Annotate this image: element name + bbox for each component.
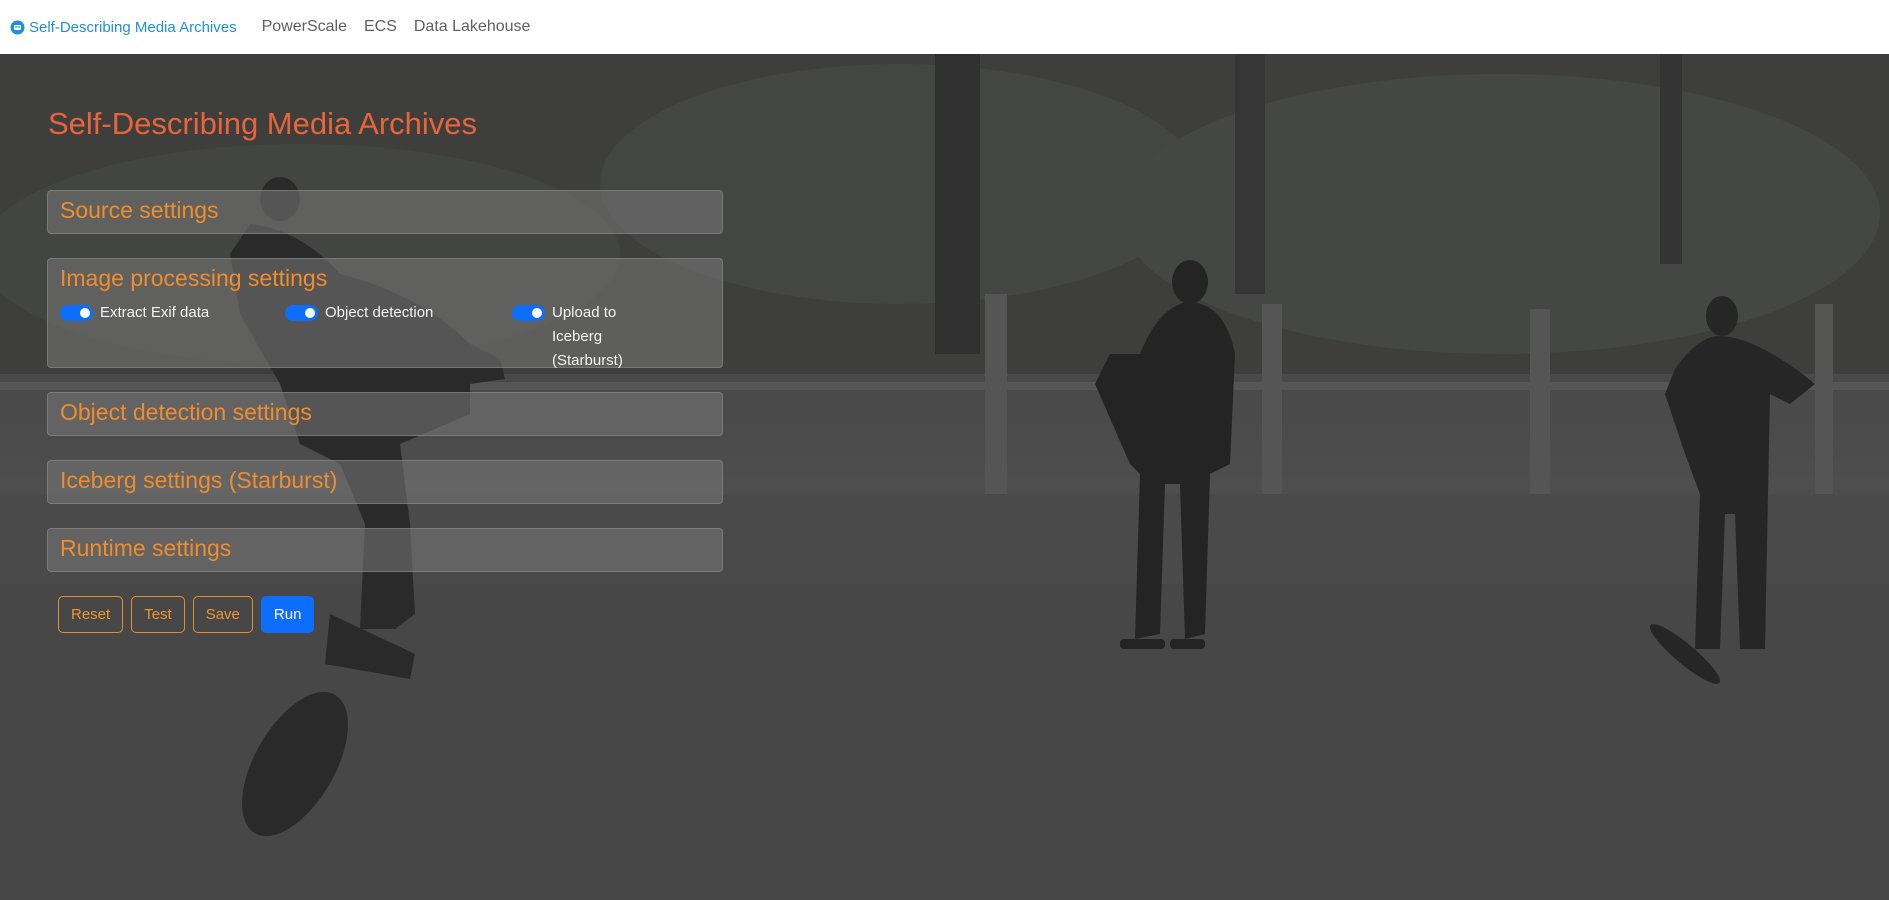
brand-logo-icon: [10, 20, 25, 35]
image-processing-settings-heading[interactable]: Image processing settings: [60, 259, 710, 292]
action-buttons: Reset Test Save Run: [58, 596, 322, 633]
upload-iceberg-label: Upload to Iceberg (Starburst): [552, 304, 623, 369]
nav-link-ecs[interactable]: ECS: [364, 18, 397, 36]
extract-exif-label: Extract Exif data: [100, 304, 210, 321]
object-detection-settings-heading[interactable]: Object detection settings: [60, 393, 710, 426]
brand-label: Self-Describing Media Archives: [29, 18, 237, 36]
toggle-extract-exif: Extract Exif data: [60, 301, 285, 373]
source-settings-heading[interactable]: Source settings: [60, 191, 710, 224]
page-title: Self-Describing Media Archives: [48, 106, 478, 141]
source-settings-panel[interactable]: Source settings: [47, 190, 723, 234]
nav-link-data-lakehouse[interactable]: Data Lakehouse: [414, 18, 531, 36]
iceberg-settings-panel[interactable]: Iceberg settings (Starburst): [47, 460, 723, 504]
brand-link[interactable]: Self-Describing Media Archives: [10, 19, 237, 36]
reset-button[interactable]: Reset: [58, 596, 124, 633]
runtime-settings-panel[interactable]: Runtime settings: [47, 528, 723, 572]
test-button[interactable]: Test: [131, 596, 185, 633]
toggle-upload-iceberg: Upload to Iceberg (Starburst): [512, 301, 662, 373]
top-navbar: Self-Describing Media Archives PowerScal…: [0, 0, 1889, 54]
object-detection-settings-panel[interactable]: Object detection settings: [47, 392, 723, 436]
nav-link-powerscale[interactable]: PowerScale: [262, 18, 347, 36]
save-button[interactable]: Save: [192, 596, 253, 633]
image-processing-toggles: Extract Exif data Object detection Uploa…: [60, 301, 710, 373]
image-processing-settings-panel: Image processing settings Extract Exif d…: [47, 258, 723, 369]
iceberg-settings-heading[interactable]: Iceberg settings (Starburst): [60, 461, 710, 494]
extract-exif-switch[interactable]: [60, 305, 93, 321]
toggle-object-detection: Object detection: [285, 301, 512, 373]
object-detection-label: Object detection: [325, 304, 434, 321]
upload-iceberg-switch[interactable]: [512, 305, 545, 321]
runtime-settings-heading[interactable]: Runtime settings: [60, 529, 710, 562]
object-detection-switch[interactable]: [285, 305, 318, 321]
run-button[interactable]: Run: [260, 596, 315, 633]
